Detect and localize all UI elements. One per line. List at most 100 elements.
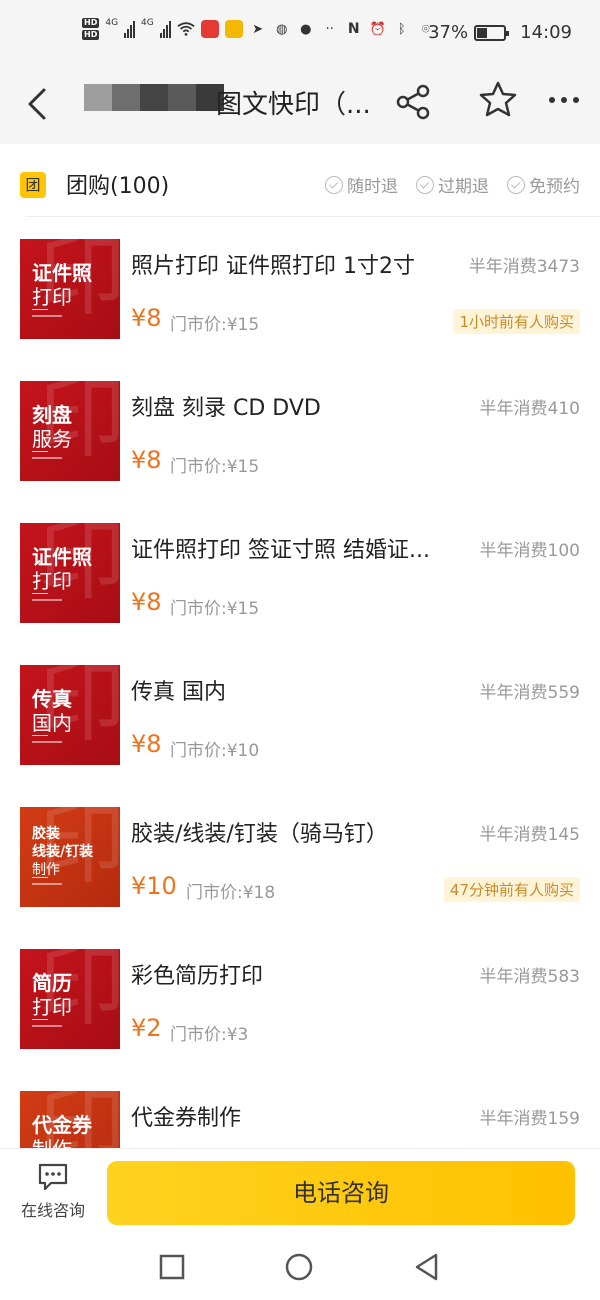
deal-item-fax[interactable]: 印 传真 国内 传真 国内 半年消费559 ¥8 门市价:¥10: [0, 644, 600, 786]
deal-thumbnail: 印 简历 打印: [20, 949, 120, 1049]
check-circle-icon: [325, 175, 343, 194]
deal-name: 胶装/线装/钉装（骑马钉）: [131, 822, 388, 847]
deal-sales: 半年消费559: [479, 683, 580, 703]
deal-sales: 半年消费583: [479, 967, 580, 987]
triangle-back-icon: [415, 1253, 438, 1281]
deal-price: ¥8: [131, 730, 162, 758]
page-title: 图文快印（...: [216, 90, 371, 120]
share-button[interactable]: [394, 82, 434, 122]
clock: 14:09: [520, 22, 572, 43]
deal-thumbnail: 印 代金券 制作: [20, 1091, 120, 1148]
thumb-underline: [32, 735, 48, 736]
phone-consult-button[interactable]: 电话咨询: [107, 1161, 575, 1225]
check-circle-icon: [507, 175, 525, 194]
guarantee-item: 随时退: [325, 172, 398, 197]
guarantee-item: 过期退: [416, 172, 489, 197]
thumb-underline: [32, 593, 48, 594]
back-arrow-icon: [28, 88, 46, 120]
deal-name: 证件照打印 签证寸照 结婚证...: [131, 538, 430, 563]
signal-icon-2: [159, 20, 171, 38]
system-back-button[interactable]: [412, 1252, 442, 1282]
deal-item-voucher[interactable]: 印 代金券 制作 代金券制作 半年消费159: [0, 1070, 600, 1148]
status-bar-right: 37% 14:09: [428, 22, 572, 43]
nfc-icon: N: [347, 21, 360, 37]
battery-fill: [477, 27, 487, 38]
home-button[interactable]: [284, 1252, 314, 1282]
deal-name: 代金券制作: [131, 1106, 242, 1131]
globe-icon: ◍: [276, 21, 288, 37]
deal-name: 传真 国内: [131, 680, 226, 705]
thumb-underline: [32, 1019, 48, 1020]
deal-thumbnail: 印 传真 国内: [20, 665, 120, 765]
status-bar: HD HD 4G 4G ➤ ◍ ● ·· N ⏰ ᛒ ⌾ 37% 14:09: [0, 0, 600, 68]
chat-icon: [38, 1163, 68, 1191]
deal-thumbnail: 印 刻盘 服务: [20, 381, 120, 481]
back-button[interactable]: [20, 84, 60, 124]
thumb-label: 胶装: [32, 826, 60, 842]
deal-price: ¥2: [131, 1014, 162, 1042]
deal-sales: 半年消费410: [479, 399, 580, 419]
deal-item-resume[interactable]: 印 简历 打印 彩色简历打印 半年消费583 ¥2 门市价:¥3: [0, 928, 600, 1070]
nav-bar: 图文快印（...: [0, 68, 600, 144]
thumb-label: 线装/钉装: [32, 844, 94, 860]
chat-bubble-icon: ●: [300, 21, 312, 37]
deal-original-price: 门市价:¥10: [170, 741, 260, 761]
deal-sales: 半年消费159: [479, 1109, 580, 1129]
wifi-icon: [177, 20, 195, 38]
deal-list: 印 证件照 打印 照片打印 证件照打印 1寸2寸 半年消费3473 ¥8 门市价…: [0, 218, 600, 1148]
thumb-underline: [32, 309, 48, 310]
guarantee-label: 免预约: [529, 177, 580, 197]
more-dots-icon: [549, 97, 579, 103]
deal-original-price: 门市价:¥15: [170, 315, 260, 335]
circle-icon: [285, 1253, 313, 1281]
thumb-label: 制作: [32, 862, 60, 878]
deal-price: ¥8: [131, 588, 162, 616]
thumb-label: 打印: [32, 285, 72, 309]
group-badge-icon: 团: [20, 172, 46, 198]
thumb-fine-print: [32, 741, 62, 743]
deal-thumbnail: 印 证件照 打印: [20, 523, 120, 623]
deal-thumbnail: 印 胶装 线装/钉装 制作: [20, 807, 120, 907]
guarantee-label: 随时退: [347, 177, 398, 197]
deal-original-price: 门市价:¥15: [170, 599, 260, 619]
deal-sales: 半年消费100: [479, 541, 580, 561]
deal-item-id-photo[interactable]: 印 证件照 打印 证件照打印 签证寸照 结婚证... 半年消费100 ¥8 门市…: [0, 502, 600, 644]
red-app-icon: [200, 20, 219, 38]
square-icon: [159, 1254, 185, 1280]
favorite-button[interactable]: [478, 80, 518, 120]
thumb-fine-print: [32, 315, 62, 317]
alarm-icon: ⏰: [369, 21, 386, 37]
system-nav-bar: [0, 1238, 600, 1300]
share-icon: [396, 84, 430, 120]
check-circle-icon: [416, 175, 434, 194]
deal-name: 刻盘 刻录 CD DVD: [131, 396, 321, 421]
thumb-fine-print: [32, 457, 62, 459]
status-bar-left: HD HD 4G 4G ➤ ◍ ● ·· N ⏰ ᛒ ⌾: [82, 18, 435, 40]
deal-item-disc-burning[interactable]: 印 刻盘 服务 刻盘 刻录 CD DVD 半年消费410 ¥8 门市价:¥15: [0, 360, 600, 502]
thumb-label: 打印: [32, 569, 72, 593]
deal-item-photo-print[interactable]: 印 证件照 打印 照片打印 证件照打印 1寸2寸 半年消费3473 ¥8 门市价…: [0, 218, 600, 360]
divider: [26, 216, 600, 217]
deal-sales: 半年消费145: [479, 825, 580, 845]
group-buy-header: 团 团购(100) 随时退 过期退 免预约: [0, 150, 600, 214]
battery-percent: 37%: [428, 22, 469, 43]
deal-item-binding[interactable]: 印 胶装 线装/钉装 制作 胶装/线装/钉装（骑马钉） 半年消费145 ¥10 …: [0, 786, 600, 928]
guarantee-label: 过期退: [438, 177, 489, 197]
online-consult-button[interactable]: 在线咨询: [10, 1161, 96, 1227]
thumb-fine-print: [32, 1025, 62, 1027]
yellow-app-icon: [224, 20, 243, 38]
more-button[interactable]: [544, 82, 584, 122]
bluetooth-icon: ᛒ: [397, 21, 406, 37]
thumb-underline: [32, 877, 48, 878]
online-consult-label: 在线咨询: [20, 1201, 85, 1220]
star-icon: [479, 81, 517, 117]
signal-icon-1: [124, 20, 136, 38]
group-buy-title: 团购(100): [66, 174, 170, 199]
thumb-label: 国内: [32, 711, 72, 735]
network-type-2: 4G: [141, 18, 154, 28]
thumb-label: 制作: [32, 1133, 72, 1148]
guarantee-item: 免预约: [507, 172, 580, 197]
recents-button[interactable]: [157, 1252, 187, 1282]
thumb-fine-print: [32, 883, 62, 885]
thumb-label: 打印: [32, 995, 72, 1019]
